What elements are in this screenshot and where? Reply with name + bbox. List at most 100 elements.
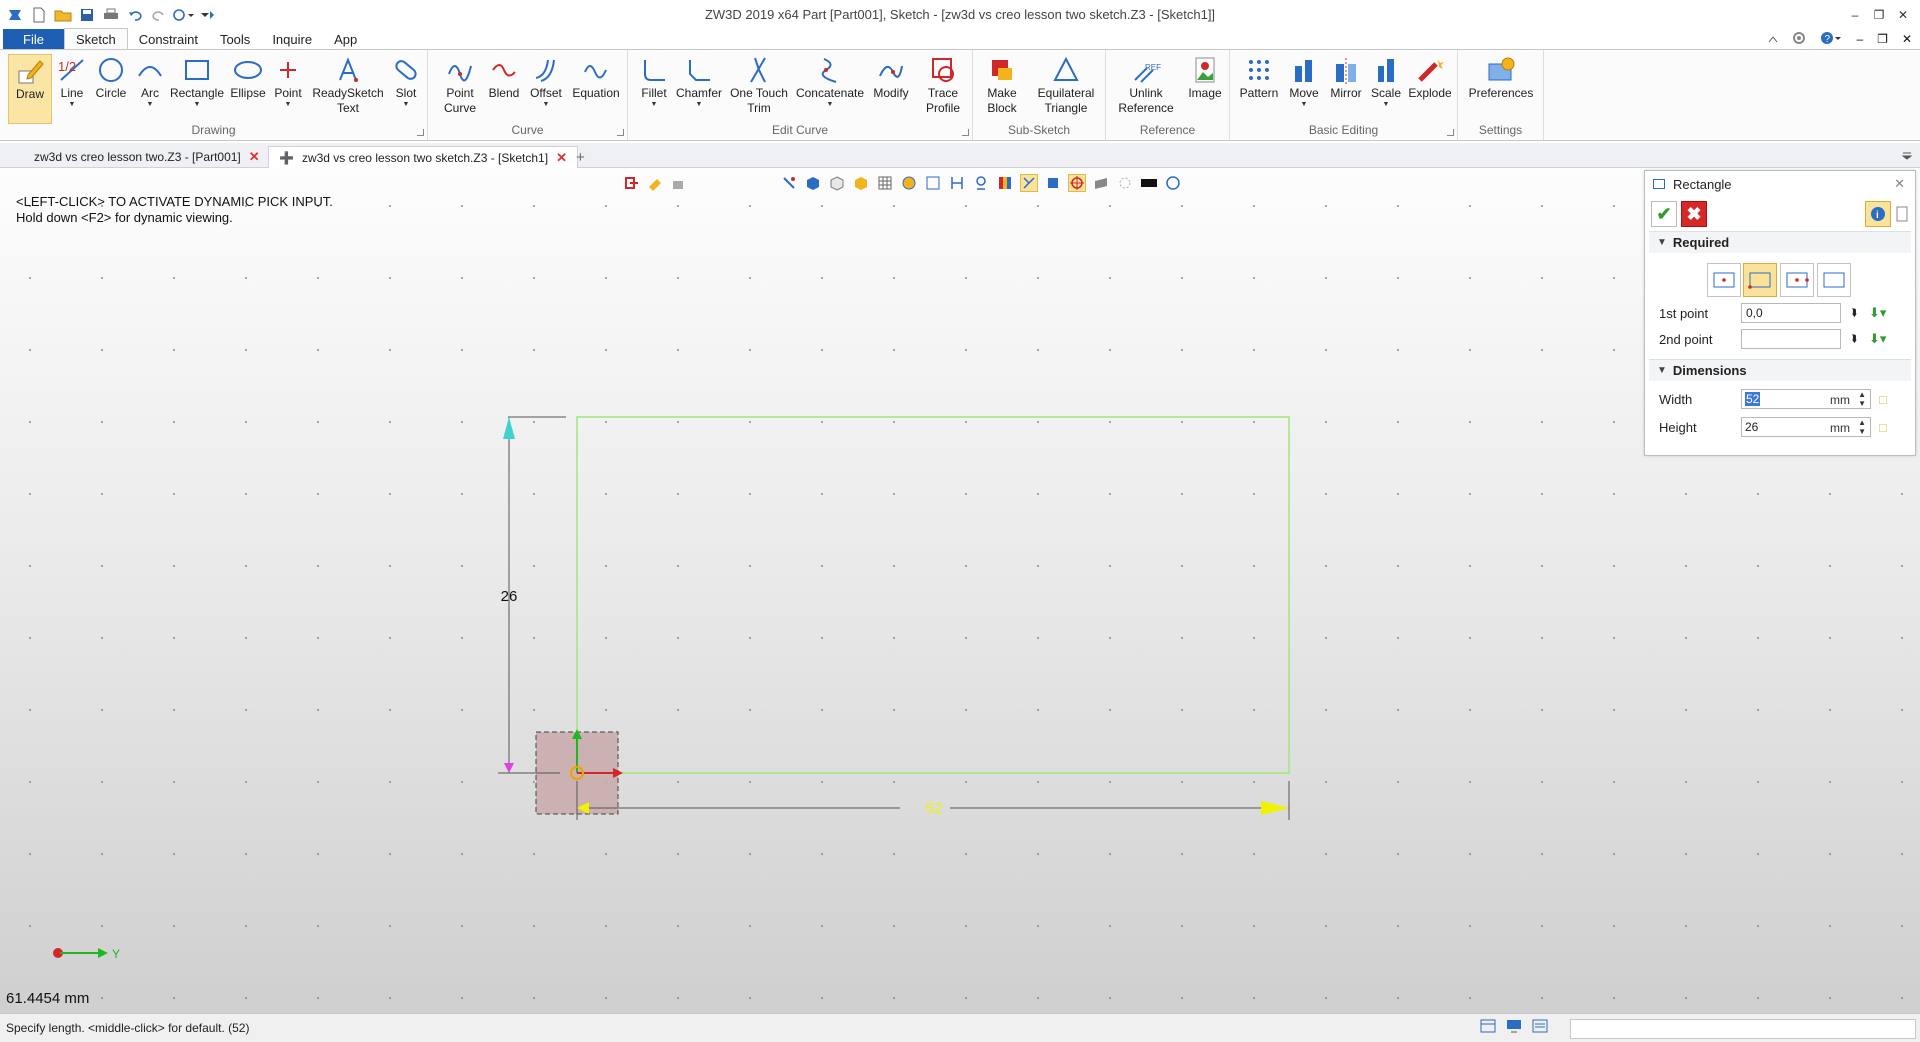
draw-button[interactable]: Draw xyxy=(8,54,52,124)
trace-profile-button[interactable]: Trace Profile xyxy=(916,54,970,124)
sketch-settings-icon[interactable] xyxy=(670,174,688,192)
scale-button[interactable]: Scale ▼ xyxy=(1368,54,1404,124)
equation-button[interactable]: Equation xyxy=(568,54,624,124)
display-icon[interactable] xyxy=(1506,1019,1522,1036)
offset-button[interactable]: Offset ▼ xyxy=(526,54,566,124)
snap-settings-icon[interactable] xyxy=(1044,174,1062,192)
lock-icon[interactable]: □ xyxy=(1879,392,1887,407)
render-icon[interactable] xyxy=(900,174,918,192)
shading-mode-icon[interactable] xyxy=(828,174,846,192)
tab-sketch[interactable]: Sketch xyxy=(63,28,128,49)
layout-icon[interactable] xyxy=(1480,1019,1496,1036)
mode-two-corner-icon[interactable] xyxy=(1743,263,1777,297)
panel-help-icon[interactable] xyxy=(1893,201,1911,227)
command-input[interactable] xyxy=(1570,1019,1916,1039)
ellipse-button[interactable]: Ellipse xyxy=(228,54,268,124)
pick-filter-icon[interactable] xyxy=(780,174,798,192)
grid-toggle-icon[interactable] xyxy=(876,174,894,192)
point-button[interactable]: Point ▼ xyxy=(270,54,306,124)
minimize-icon[interactable]: – xyxy=(1844,4,1866,26)
preferences-button[interactable]: Preferences xyxy=(1464,54,1538,124)
cancel-x-icon[interactable]: ✖ xyxy=(1681,201,1707,227)
mode-three-point-icon[interactable] xyxy=(1817,263,1851,297)
tab-inquire[interactable]: Inquire xyxy=(261,29,323,49)
circle-button[interactable]: Circle xyxy=(92,54,130,124)
doc-tab-part001[interactable]: zw3d vs creo lesson two.Z3 - [Part001] ✕ xyxy=(24,146,270,168)
unlink-reference-button[interactable]: REF Unlink Reference xyxy=(1112,54,1180,124)
close-window-icon[interactable]: ✕ xyxy=(1892,4,1914,26)
zoom-window-icon[interactable] xyxy=(924,174,942,192)
blend-button[interactable]: Blend xyxy=(484,54,524,124)
exit-sketch-icon[interactable] xyxy=(622,174,640,192)
point-options-icon[interactable]: ⮯ xyxy=(1851,308,1857,319)
first-point-input[interactable]: 0,0 xyxy=(1741,303,1841,323)
light-icon[interactable] xyxy=(1116,174,1134,192)
width-spinner-icon[interactable]: ▲ ▼ xyxy=(1858,390,1866,408)
background-color-icon[interactable] xyxy=(1140,174,1158,192)
dimension-display-icon[interactable] xyxy=(948,174,966,192)
rotate-view-icon[interactable] xyxy=(1164,174,1182,192)
move-button[interactable]: Move ▼ xyxy=(1284,54,1324,124)
basic-editing-launcher-icon[interactable] xyxy=(1447,129,1454,136)
restore-icon[interactable]: ❐ xyxy=(1868,4,1890,26)
color-display-icon[interactable] xyxy=(996,174,1014,192)
constraint-display-icon[interactable] xyxy=(972,174,990,192)
drawing-launcher-icon[interactable] xyxy=(417,129,424,136)
tab-overflow-icon[interactable] xyxy=(1901,149,1913,163)
second-point-input[interactable] xyxy=(1741,329,1841,349)
output-window-icon[interactable] xyxy=(1532,1019,1548,1036)
chamfer-button[interactable]: Chamfer ▼ xyxy=(674,54,724,124)
new-tab-plus-icon[interactable]: + xyxy=(566,146,595,168)
section-dimensions[interactable]: ▼ Dimensions xyxy=(1649,359,1911,381)
readysketch-text-button[interactable]: ReadySketch Text xyxy=(310,54,386,124)
view-plane-icon[interactable] xyxy=(1092,174,1110,192)
accept-check-icon[interactable]: ✔ xyxy=(1651,201,1677,227)
pattern-button[interactable]: Pattern xyxy=(1236,54,1282,124)
tab-tools[interactable]: Tools xyxy=(209,29,261,49)
mirror-button[interactable]: Mirror xyxy=(1326,54,1366,124)
close-doc-icon[interactable]: ✕ xyxy=(1902,32,1912,46)
mode-center-corner-icon[interactable] xyxy=(1707,263,1741,297)
equilateral-triangle-button[interactable]: Equilateral Triangle xyxy=(1029,54,1103,124)
save-icon[interactable] xyxy=(76,4,98,26)
dynamic-input-icon[interactable] xyxy=(1068,174,1086,192)
regen-icon[interactable] xyxy=(172,4,194,26)
fillet-button[interactable]: Fillet ▼ xyxy=(634,54,674,124)
rectangle-button[interactable]: Rectangle ▼ xyxy=(168,54,226,124)
arc-button[interactable]: Arc ▼ xyxy=(134,54,166,124)
collapse-ribbon-icon[interactable] xyxy=(1768,32,1778,46)
height-input[interactable]: 26 mm ▲ ▼ xyxy=(1741,417,1871,437)
close-tab-icon[interactable]: ✕ xyxy=(249,149,260,165)
info-icon[interactable]: i xyxy=(1865,201,1891,227)
point-curve-button[interactable]: Point Curve xyxy=(440,54,480,124)
concatenate-button[interactable]: Concatenate ▼ xyxy=(794,54,866,124)
tab-file[interactable]: File xyxy=(3,29,64,49)
point-options-icon[interactable]: ⮯ xyxy=(1851,334,1857,345)
pick-point-icon[interactable]: ⬇▾ xyxy=(1869,331,1886,347)
mode-edge-center-icon[interactable] xyxy=(1780,263,1814,297)
new-file-icon[interactable] xyxy=(28,4,50,26)
image-button[interactable]: Image xyxy=(1184,54,1226,124)
app-logo-icon[interactable] xyxy=(4,4,26,26)
section-required[interactable]: ▼ Required xyxy=(1649,231,1911,253)
print-icon[interactable] xyxy=(100,4,122,26)
edit-curve-launcher-icon[interactable] xyxy=(962,129,969,136)
slot-button[interactable]: Slot ▼ xyxy=(386,54,426,124)
pick-point-icon[interactable]: ⬇▾ xyxy=(1869,305,1886,321)
redo-icon[interactable] xyxy=(148,4,170,26)
minimize-doc-icon[interactable]: – xyxy=(1856,32,1863,46)
restore-doc-icon[interactable]: ❐ xyxy=(1877,32,1888,46)
open-folder-icon[interactable] xyxy=(52,4,74,26)
view-cube-icon[interactable] xyxy=(804,174,822,192)
eraser-icon[interactable] xyxy=(646,174,664,192)
lock-icon[interactable]: □ xyxy=(1879,420,1887,435)
curve-launcher-icon[interactable] xyxy=(617,129,624,136)
make-block-button[interactable]: Make Block xyxy=(979,54,1025,124)
explode-button[interactable]: Explode xyxy=(1406,54,1454,124)
display-mode-icon[interactable] xyxy=(852,174,870,192)
undo-icon[interactable] xyxy=(124,4,146,26)
tab-app[interactable]: App xyxy=(323,29,368,49)
panel-close-icon[interactable]: ✕ xyxy=(1894,176,1905,192)
tab-constraint[interactable]: Constraint xyxy=(128,29,209,49)
modify-button[interactable]: Modify xyxy=(868,54,914,124)
